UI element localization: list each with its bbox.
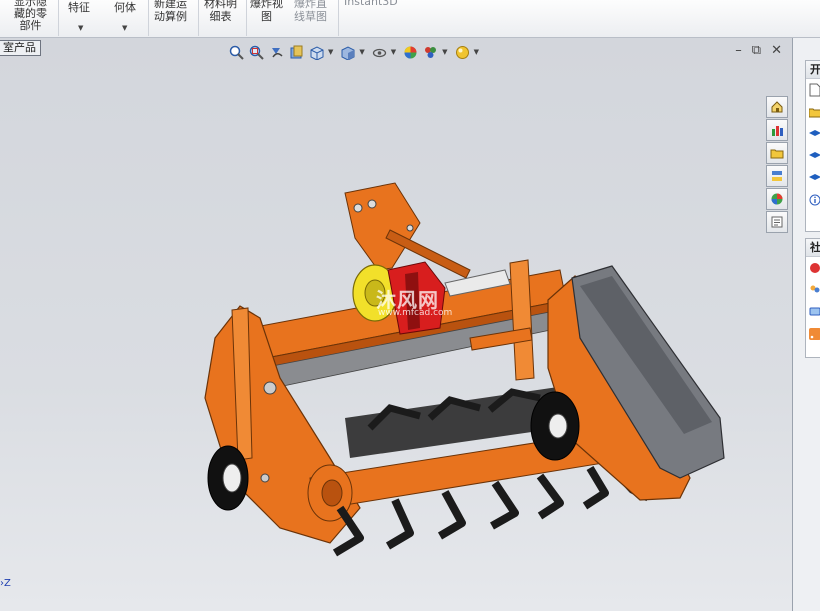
reference-geometry-button[interactable]: 何体 <box>114 2 136 14</box>
user-group-icon[interactable] <box>806 279 820 301</box>
task-pane-getting-started-panel: 开 <box>805 60 820 232</box>
panel-title: 社 <box>806 239 820 257</box>
appearances-icon[interactable] <box>766 188 788 210</box>
three-point-hitch <box>344 182 471 279</box>
ribbon-separator <box>58 0 59 36</box>
show-hidden-components-button[interactable]: 显示隐 藏的零 部件 <box>14 0 47 32</box>
rotary-tiller-model[interactable] <box>0 38 792 611</box>
panel-title: 开 <box>806 61 820 79</box>
home-icon[interactable] <box>766 96 788 118</box>
triad-z-label: Z <box>4 578 11 589</box>
design-library-icon[interactable] <box>766 119 788 141</box>
show-hidden-components-label: 显示隐 藏的零 部件 <box>14 0 47 32</box>
chevron-down-icon[interactable]: ▼ <box>122 24 127 32</box>
community-forum-icon[interactable] <box>806 257 820 279</box>
right-gauge-wheel <box>530 391 580 461</box>
open-folder-icon[interactable] <box>806 101 820 123</box>
instant3d-button[interactable]: Instant3D <box>344 0 398 8</box>
exploded-view-label: 爆炸视 图 <box>250 0 283 23</box>
command-ribbon: 显示隐 藏的零 部件 特征 ▼ 何体 ▼ 新建运 动算例 材料明 细表 爆炸视 … <box>0 0 820 38</box>
bill-of-materials-label: 材料明 细表 <box>204 0 237 23</box>
task-pane-community-panel: 社 <box>805 238 820 358</box>
ribbon-separator <box>148 0 149 36</box>
new-motion-study-label: 新建运 动算例 <box>154 0 187 23</box>
tutorial-icon[interactable] <box>806 123 820 145</box>
discussion-icon[interactable] <box>806 301 820 323</box>
chevron-down-icon[interactable]: ▼ <box>78 24 83 32</box>
file-explorer-icon[interactable] <box>766 142 788 164</box>
graphics-viewport[interactable]: 室产品 ▼ ▼ ▼ ▼ ▼ – ⧉ ✕ 沐风网 www.mfcad.com ›Z <box>0 38 792 611</box>
info-icon[interactable] <box>806 189 820 211</box>
tutorial-icon[interactable] <box>806 145 820 167</box>
feature-label: 特征 <box>68 1 90 14</box>
reference-triad: ›Z <box>0 578 11 589</box>
ribbon-separator <box>338 0 339 36</box>
task-pane: 开 社 <box>792 38 820 611</box>
left-gauge-wheel <box>207 445 249 511</box>
feature-button[interactable]: 特征 <box>68 2 90 14</box>
new-motion-study-button[interactable]: 新建运 动算例 <box>154 0 187 23</box>
tutorial-icon[interactable] <box>806 167 820 189</box>
exploded-view-button[interactable]: 爆炸视 图 <box>250 0 283 23</box>
task-pane-tabs <box>766 96 790 234</box>
ribbon-separator <box>198 0 199 36</box>
rss-feed-icon[interactable] <box>806 323 820 345</box>
new-document-icon[interactable] <box>806 79 820 101</box>
bill-of-materials-button[interactable]: 材料明 细表 <box>204 0 237 23</box>
ribbon-separator <box>246 0 247 36</box>
view-palette-icon[interactable] <box>766 165 788 187</box>
explode-line-sketch-label: 爆炸直 线草图 <box>294 0 327 23</box>
explode-line-sketch-button[interactable]: 爆炸直 线草图 <box>294 0 327 23</box>
watermark-url: www.mfcad.com <box>378 308 453 318</box>
instant3d-label: Instant3D <box>344 0 398 8</box>
custom-properties-icon[interactable] <box>766 211 788 233</box>
reference-geometry-label: 何体 <box>114 1 136 14</box>
